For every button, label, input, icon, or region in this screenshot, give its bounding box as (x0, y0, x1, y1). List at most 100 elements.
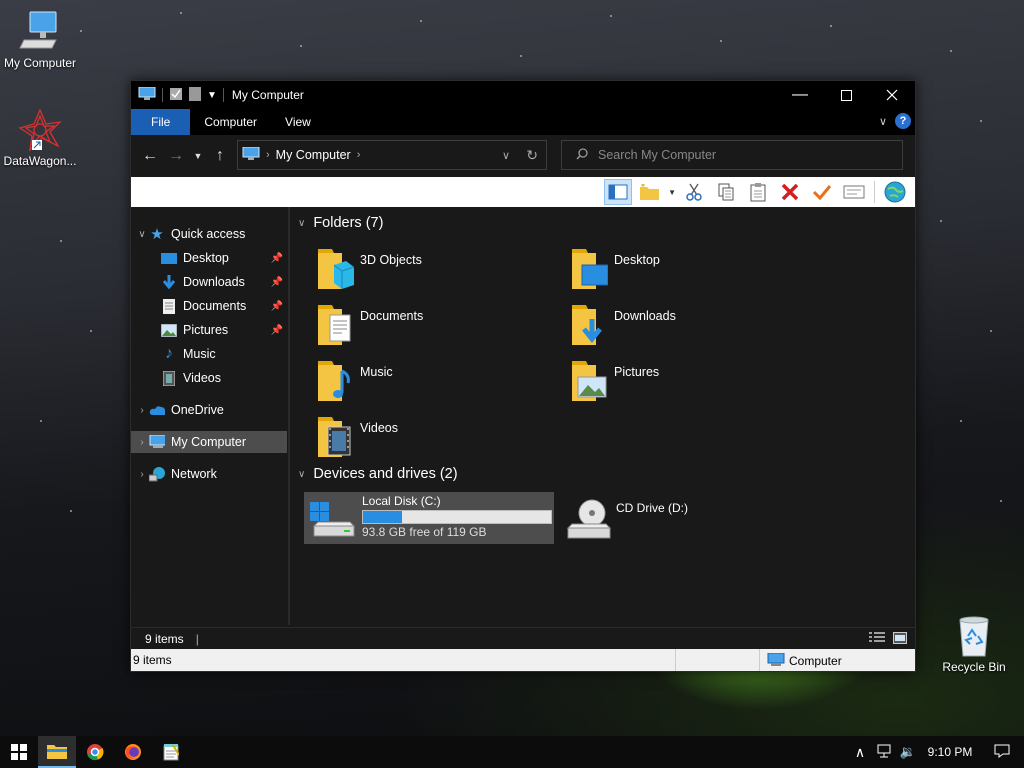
folder-name: Documents (360, 309, 424, 323)
nav-item-label: Pictures (183, 323, 229, 337)
recent-locations-button[interactable]: ▼ (189, 151, 207, 161)
rename-button[interactable] (840, 179, 868, 205)
taskbar-firefox[interactable] (114, 736, 152, 768)
navigation-pane: ∨ ★ Quick access Desktop 📌 Downloads 📌 D… (131, 207, 290, 625)
maximize-button[interactable] (823, 81, 869, 109)
chevron-right-icon[interactable]: › (357, 149, 361, 161)
drive-cd-d[interactable]: CD Drive (D:) (560, 492, 810, 544)
tab-file[interactable]: File (131, 109, 191, 135)
start-button[interactable] (0, 736, 38, 768)
drive-free-space: 93.8 GB free of 119 GB (362, 525, 487, 539)
nav-item-videos[interactable]: Videos (131, 367, 287, 389)
nav-item-music[interactable]: ♪ Music (131, 343, 287, 365)
nav-item-onedrive[interactable]: › OneDrive (131, 399, 287, 421)
tab-view[interactable]: View (271, 109, 325, 135)
folders-group-header[interactable]: ∨ Folders (7) (298, 215, 383, 231)
copy-button[interactable] (712, 179, 740, 205)
star-icon: ★ (150, 226, 164, 243)
folder-pictures[interactable]: Pictures (568, 357, 808, 409)
divider: | (195, 632, 199, 646)
chevron-down-icon[interactable]: ▼ (668, 188, 676, 197)
classic-status-bar: 9 items Computer (131, 649, 915, 671)
chevron-right-icon[interactable]: › (266, 149, 270, 161)
chevron-down-icon[interactable]: ∨ (298, 218, 305, 229)
nav-item-documents[interactable]: Documents 📌 (131, 295, 287, 317)
back-button[interactable]: ← (137, 147, 163, 165)
divider (222, 88, 224, 102)
folder-name: Videos (360, 421, 398, 435)
desktop-icon-datawagon[interactable]: DataWagon... (0, 108, 80, 168)
desktop-icon-label: Recycle Bin (942, 660, 1006, 674)
chevron-up-icon[interactable]: ∧ (848, 744, 872, 761)
properties-icon[interactable] (169, 87, 183, 104)
taskbar-notepad[interactable] (152, 736, 190, 768)
forward-button[interactable]: → (163, 147, 189, 165)
folder-downloads[interactable]: Downloads (568, 301, 808, 353)
chevron-down-icon[interactable]: ∨ (135, 229, 149, 240)
picture-icon (161, 322, 177, 338)
up-button[interactable]: ↑ (207, 147, 233, 165)
chevron-right-icon[interactable]: › (135, 405, 149, 416)
cut-button[interactable] (680, 179, 708, 205)
cloud-icon (149, 402, 165, 418)
computer-icon (138, 86, 156, 104)
folder-3d-objects[interactable]: 3D Objects (314, 245, 554, 297)
address-field[interactable]: › My Computer › ∨ ↻ (237, 140, 547, 170)
preview-pane-button[interactable] (604, 179, 633, 205)
paste-button[interactable] (744, 179, 772, 205)
globe-icon[interactable] (881, 179, 909, 205)
new-folder-button[interactable] (636, 179, 664, 205)
location-label: Computer (789, 654, 842, 668)
chevron-right-icon[interactable]: › (135, 437, 149, 448)
properties-button[interactable] (808, 179, 836, 205)
pin-icon[interactable]: 📌 (271, 253, 283, 264)
nav-item-downloads[interactable]: Downloads 📌 (131, 271, 287, 293)
nav-item-quick-access[interactable]: ∨ ★ Quick access (131, 223, 287, 245)
pin-icon[interactable]: 📌 (271, 325, 283, 336)
nav-item-label: Downloads (183, 275, 245, 289)
nav-item-desktop[interactable]: Desktop 📌 (131, 247, 287, 269)
address-crumb[interactable]: My Computer (276, 148, 351, 162)
tab-computer[interactable]: Computer (190, 109, 271, 135)
help-icon[interactable]: ? (895, 113, 911, 129)
refresh-button[interactable]: ↻ (526, 147, 538, 164)
minimize-button[interactable]: — (777, 81, 823, 109)
network-status-icon[interactable] (872, 744, 896, 761)
pin-icon[interactable]: 📌 (271, 277, 283, 288)
search-box[interactable]: Search My Computer (561, 140, 903, 170)
recycle-bin-icon (952, 614, 996, 658)
folder-music[interactable]: Music (314, 357, 554, 409)
desktop-icon-my-computer[interactable]: My Computer (0, 10, 80, 70)
document-icon (161, 298, 177, 314)
pin-icon[interactable]: 📌 (271, 301, 283, 312)
drive-local-disk-c[interactable]: Local Disk (C:) 93.8 GB free of 119 GB (304, 492, 554, 544)
chevron-down-icon[interactable]: ∨ (298, 469, 305, 480)
title-bar[interactable]: ▼ My Computer — (131, 81, 915, 109)
customize-qat-icon[interactable]: ▼ (207, 90, 217, 101)
close-button[interactable] (869, 81, 915, 109)
chevron-right-icon[interactable]: › (135, 469, 149, 480)
nav-item-pictures[interactable]: Pictures 📌 (131, 319, 287, 341)
expand-ribbon-icon[interactable]: ∨ (879, 115, 887, 128)
new-folder-icon[interactable] (189, 86, 201, 104)
volume-icon[interactable]: 🔉 (896, 744, 920, 760)
computer-icon (242, 146, 260, 164)
desktop-icon-recycle-bin[interactable]: Recycle Bin (934, 614, 1014, 674)
drives-group-header[interactable]: ∨ Devices and drives (2) (298, 466, 458, 482)
clock[interactable]: 9:10 PM (920, 745, 980, 759)
taskbar-file-explorer[interactable] (38, 736, 76, 768)
command-toolbar: ▼ (131, 177, 915, 207)
nav-item-network[interactable]: › Network (131, 463, 287, 485)
nav-item-my-computer[interactable]: › My Computer (131, 431, 287, 453)
delete-button[interactable] (776, 179, 804, 205)
large-icons-view-button[interactable] (893, 632, 907, 647)
taskbar-chrome[interactable] (76, 736, 114, 768)
details-view-button[interactable] (869, 632, 885, 647)
notification-center-icon[interactable] (980, 744, 1024, 761)
folder-documents[interactable]: Documents (314, 301, 554, 353)
folder-desktop[interactable]: Desktop (568, 245, 808, 297)
download-arrow-icon (161, 274, 177, 290)
address-dropdown-button[interactable]: ∨ (502, 149, 510, 162)
folder-videos[interactable]: Videos (314, 413, 554, 465)
drive-usage-bar (362, 510, 552, 524)
